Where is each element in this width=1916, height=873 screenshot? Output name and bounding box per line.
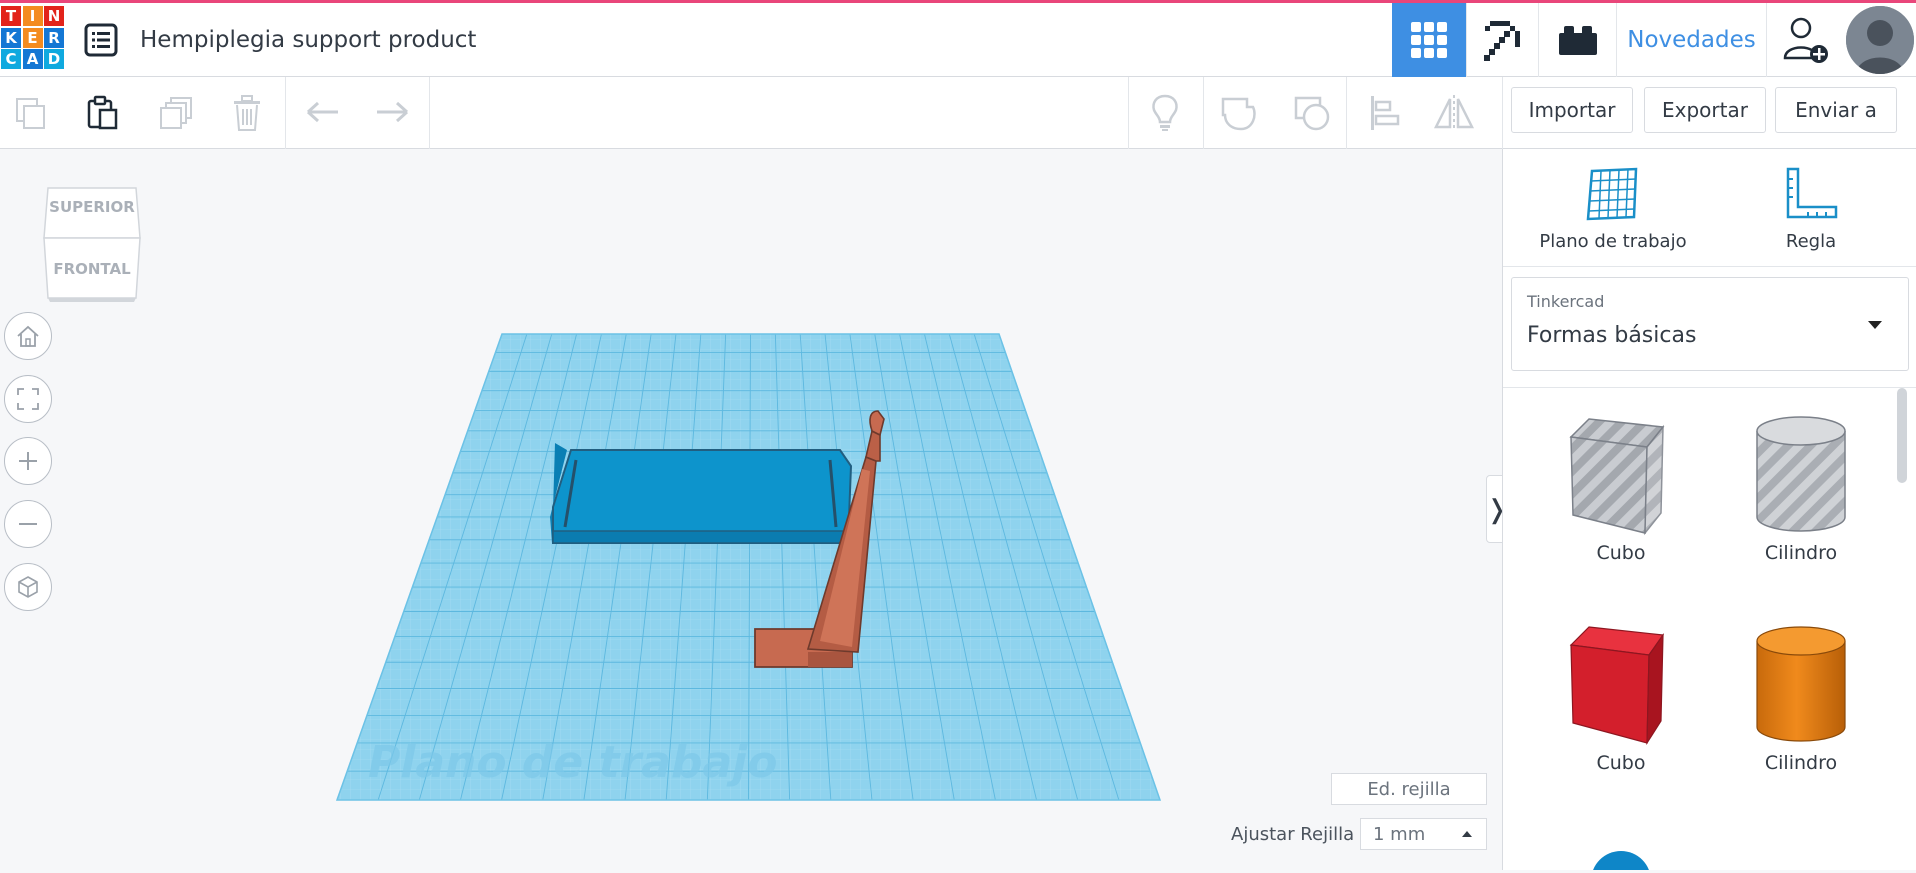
logo-letter: T — [1, 6, 21, 26]
tinkercad-logo[interactable]: TIN KER CAD — [1, 6, 64, 75]
shape-hole-icon[interactable] — [1290, 91, 1334, 135]
lightbulb-icon[interactable] — [1143, 91, 1187, 135]
shape-box[interactable]: Cubo — [1531, 616, 1711, 774]
box-icon — [1569, 626, 1665, 746]
viewcube-top-face[interactable]: SUPERIOR — [42, 198, 142, 216]
export-button[interactable]: Exportar — [1644, 87, 1766, 133]
perspective-button[interactable] — [4, 563, 52, 611]
home-view-button[interactable] — [4, 312, 52, 360]
send-to-button[interactable]: Enviar a — [1775, 87, 1897, 133]
lego-bricks-button[interactable] — [1538, 3, 1616, 77]
library-category: Tinkercad — [1527, 292, 1605, 311]
zoom-in-icon — [19, 452, 37, 470]
snap-grid-select[interactable]: 1 mm — [1360, 818, 1487, 850]
logo-letter: K — [1, 27, 21, 48]
snap-grid-label: Ajustar Rejilla — [1231, 824, 1355, 845]
duplicate-icon[interactable] — [154, 91, 198, 135]
3d-design-grid-icon — [1411, 22, 1447, 58]
zoom-out-button[interactable] — [4, 500, 52, 548]
cylinder-hole-icon — [1756, 416, 1846, 532]
blue-platform-object[interactable] — [550, 443, 853, 544]
app-header: TIN KER CAD Hempiplegia support product No… — [0, 3, 1916, 77]
edit-grid-button[interactable]: Ed. rejilla — [1331, 773, 1487, 805]
news-button[interactable]: Novedades — [1616, 3, 1766, 77]
workplane-canvas[interactable]: Plano de trabajo — [0, 149, 1502, 870]
viewcube-front-face[interactable]: FRONTAL — [42, 260, 142, 278]
redo-icon[interactable] — [370, 91, 414, 135]
logo-letter: E — [22, 27, 43, 48]
user-avatar[interactable] — [1846, 6, 1914, 74]
mirror-icon[interactable] — [1432, 91, 1476, 135]
workplane-tool-label: Plano de trabajo — [1539, 231, 1687, 252]
workplane-icon — [1586, 167, 1638, 221]
undo-icon[interactable] — [301, 91, 345, 135]
shape-cylinder-hole[interactable]: Cilindro — [1711, 406, 1891, 564]
logo-letter: C — [1, 49, 21, 69]
paste-icon[interactable] — [80, 91, 124, 135]
shape-label: Cubo — [1596, 542, 1646, 564]
align-icon[interactable] — [1362, 91, 1406, 135]
shape-cylinder[interactable]: Cilindro — [1711, 616, 1891, 774]
workplane-label: Plano de trabajo — [368, 737, 777, 788]
snap-grid-value: 1 mm — [1373, 823, 1426, 845]
home-icon — [17, 325, 39, 347]
view-cube[interactable]: SUPERIOR FRONTAL — [42, 186, 142, 304]
invite-user-button[interactable] — [1766, 3, 1846, 77]
design-list-icon[interactable] — [84, 23, 118, 57]
perspective-icon — [18, 576, 38, 598]
zoom-out-icon — [19, 523, 37, 525]
logo-letter: N — [44, 6, 64, 26]
fit-view-icon — [17, 388, 39, 410]
shapes-panel: Plano de trabajo Regla Tinkercad Formas … — [1502, 149, 1916, 870]
delete-icon[interactable] — [225, 91, 269, 135]
ruler-icon — [1786, 167, 1838, 219]
fit-view-button[interactable] — [4, 375, 52, 423]
zoom-in-button[interactable] — [4, 437, 52, 485]
logo-letter: R — [44, 27, 64, 48]
shape-label: Cubo — [1596, 752, 1646, 774]
import-button[interactable]: Importar — [1511, 87, 1633, 133]
minecraft-pickaxe-button[interactable] — [1466, 3, 1538, 77]
shapes-grid: Cubo Cilindro Cubo Cilindro — [1503, 387, 1916, 870]
chevron-down-icon — [1868, 321, 1882, 329]
workplane-grid — [335, 333, 1162, 801]
logo-letter: D — [44, 49, 64, 69]
3d-workspace[interactable]: Plano de trabajo SUPERIOR FRONTAL ❭ Ed. … — [0, 149, 1508, 870]
box-hole-icon — [1569, 418, 1665, 536]
shape-box-hole[interactable]: Cubo — [1531, 406, 1711, 564]
ruler-tool-label: Regla — [1785, 231, 1837, 252]
shape-partial-sphere[interactable] — [1591, 851, 1651, 870]
ruler-tool[interactable]: Regla — [1731, 165, 1891, 252]
panel-scrollbar[interactable] — [1897, 388, 1907, 483]
cylinder-icon — [1756, 626, 1846, 742]
copy-icon[interactable] — [9, 91, 53, 135]
bricks-icon — [1558, 26, 1597, 55]
project-title[interactable]: Hempiplegia support product — [140, 27, 476, 53]
edit-toolbar: Importar Exportar Enviar a — [0, 77, 1916, 149]
caret-up-icon — [1462, 831, 1472, 837]
shape-label: Cilindro — [1764, 752, 1838, 774]
shape-label: Cilindro — [1764, 542, 1838, 564]
shape-library-select[interactable]: Tinkercad Formas básicas — [1511, 277, 1909, 371]
logo-letter: I — [22, 6, 43, 26]
logo-letter: A — [22, 49, 43, 69]
workplane-tool[interactable]: Plano de trabajo — [1533, 165, 1693, 252]
panel-tools: Plano de trabajo Regla — [1503, 149, 1916, 267]
shape-solid-icon[interactable] — [1217, 91, 1261, 135]
library-value: Formas básicas — [1527, 323, 1697, 348]
3d-design-grid-button[interactable] — [1392, 3, 1466, 77]
pickaxe-icon — [1483, 21, 1520, 61]
add-user-icon — [1783, 17, 1828, 63]
